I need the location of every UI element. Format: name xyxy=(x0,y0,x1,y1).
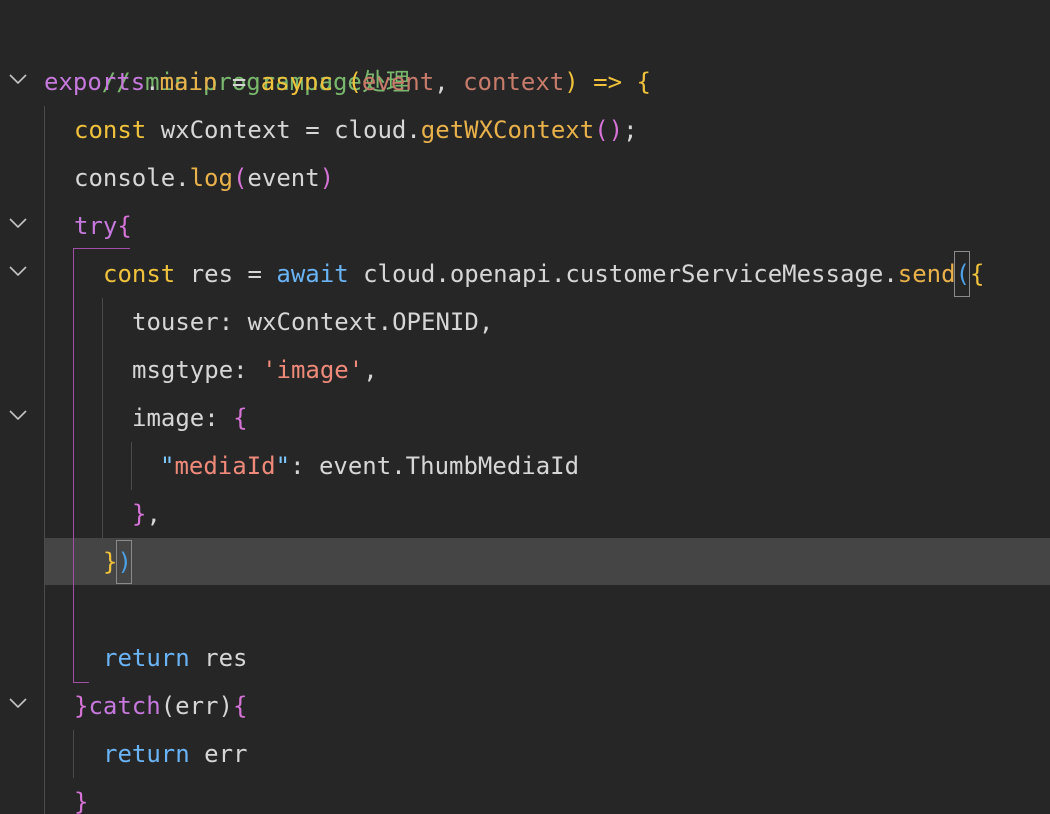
token: res = xyxy=(175,260,277,288)
token: ThumbMediaId xyxy=(405,452,580,480)
code-line[interactable]: console.log(event) xyxy=(74,154,334,202)
token: context xyxy=(463,68,565,96)
code-line[interactable]: const wxContext = cloud.getWXContext(); xyxy=(74,106,638,154)
current-line-highlight xyxy=(44,538,1050,585)
token: { xyxy=(232,692,248,720)
token: ) xyxy=(564,68,594,96)
token: touser xyxy=(132,308,219,336)
token: . xyxy=(391,452,406,480)
token: const xyxy=(74,116,147,144)
indent-guide xyxy=(73,730,74,778)
token: log xyxy=(189,164,233,192)
token: : xyxy=(233,356,263,384)
token: main xyxy=(159,68,218,96)
token: ) xyxy=(319,164,335,192)
fold-chevron-icon[interactable] xyxy=(8,250,30,298)
token: return xyxy=(103,644,190,672)
indent-guide xyxy=(131,442,132,490)
token: getWXContext xyxy=(420,116,595,144)
token: openapi xyxy=(449,260,551,288)
token: . xyxy=(883,260,898,288)
code-line[interactable]: "mediaId": event.ThumbMediaId xyxy=(160,442,579,490)
indent-guide xyxy=(44,106,45,814)
token: mediaId xyxy=(174,452,276,480)
token: () xyxy=(594,116,624,144)
code-line[interactable]: }) xyxy=(103,538,132,586)
token: customerServiceMessage xyxy=(565,260,884,288)
token: wxContext = xyxy=(146,116,335,144)
token: . xyxy=(145,68,160,96)
token: : event xyxy=(290,452,392,480)
token: } xyxy=(132,500,147,528)
token: : wxContext xyxy=(218,308,378,336)
token: res xyxy=(189,644,248,672)
token: , xyxy=(363,356,378,384)
token: cloud xyxy=(334,116,407,144)
indent-guide xyxy=(102,298,103,538)
token: . xyxy=(406,116,421,144)
token: ) xyxy=(117,548,132,576)
code-line[interactable]: touser: wxContext.OPENID, xyxy=(132,298,493,346)
code-line[interactable]: try{ xyxy=(74,202,132,250)
token: async xyxy=(260,68,334,96)
token: { xyxy=(233,404,248,432)
token: ( xyxy=(955,260,971,288)
token: catch xyxy=(88,692,161,720)
token: const xyxy=(103,260,176,288)
token: , xyxy=(434,68,464,96)
token: , xyxy=(478,308,494,336)
token: { xyxy=(117,212,132,240)
token: . xyxy=(377,308,393,336)
token: return xyxy=(103,740,190,768)
token: : xyxy=(204,404,234,432)
token: event xyxy=(361,68,435,96)
token: err xyxy=(189,740,248,768)
token: => xyxy=(593,68,623,96)
token: } xyxy=(74,788,89,814)
fold-chevron-icon[interactable] xyxy=(8,394,30,442)
code-editor[interactable]: // miniprogrampage处理 exports.main = asyn… xyxy=(0,0,1050,814)
indent-guide-active xyxy=(73,248,74,682)
code-line[interactable]: image: { xyxy=(132,394,248,442)
token: . xyxy=(550,260,566,288)
token: ( xyxy=(232,164,248,192)
token: = xyxy=(217,68,261,96)
token: event xyxy=(247,164,320,192)
fold-chevron-icon[interactable] xyxy=(8,202,30,250)
token: msgtype xyxy=(132,356,234,384)
token: { xyxy=(636,68,651,96)
token: " xyxy=(275,452,291,480)
token: send xyxy=(897,260,956,288)
code-line[interactable]: return err xyxy=(103,730,248,778)
token: " xyxy=(160,452,175,480)
code-line[interactable]: return res xyxy=(103,634,248,682)
code-line[interactable]: }, xyxy=(132,490,161,538)
code-line[interactable]: const res = await cloud.openapi.customer… xyxy=(103,250,984,298)
token: ( xyxy=(333,68,362,96)
token: OPENID xyxy=(392,308,479,336)
token: } xyxy=(74,692,89,720)
token: . xyxy=(435,260,450,288)
token: , xyxy=(146,500,161,528)
token: . xyxy=(175,164,190,192)
fold-chevron-icon[interactable] xyxy=(8,682,30,730)
token: { xyxy=(970,260,985,288)
code-line[interactable]: // miniprogrampage处理 xyxy=(44,10,410,96)
token: image xyxy=(132,404,205,432)
token: ; xyxy=(623,116,638,144)
code-line[interactable]: } xyxy=(74,778,88,814)
token: 'image' xyxy=(262,356,364,384)
fold-chevron-icon[interactable] xyxy=(8,58,30,106)
token: console xyxy=(74,164,176,192)
token: } xyxy=(103,548,118,576)
code-line[interactable]: msgtype: 'image', xyxy=(132,346,378,394)
code-line[interactable]: exports.main = async (event, context) =>… xyxy=(44,58,651,106)
code-line[interactable]: }catch(err){ xyxy=(74,682,247,730)
token: (err) xyxy=(160,692,233,720)
token: await xyxy=(276,260,349,288)
token: cloud xyxy=(348,260,436,288)
token: try xyxy=(74,212,118,240)
token: exports xyxy=(44,68,146,96)
